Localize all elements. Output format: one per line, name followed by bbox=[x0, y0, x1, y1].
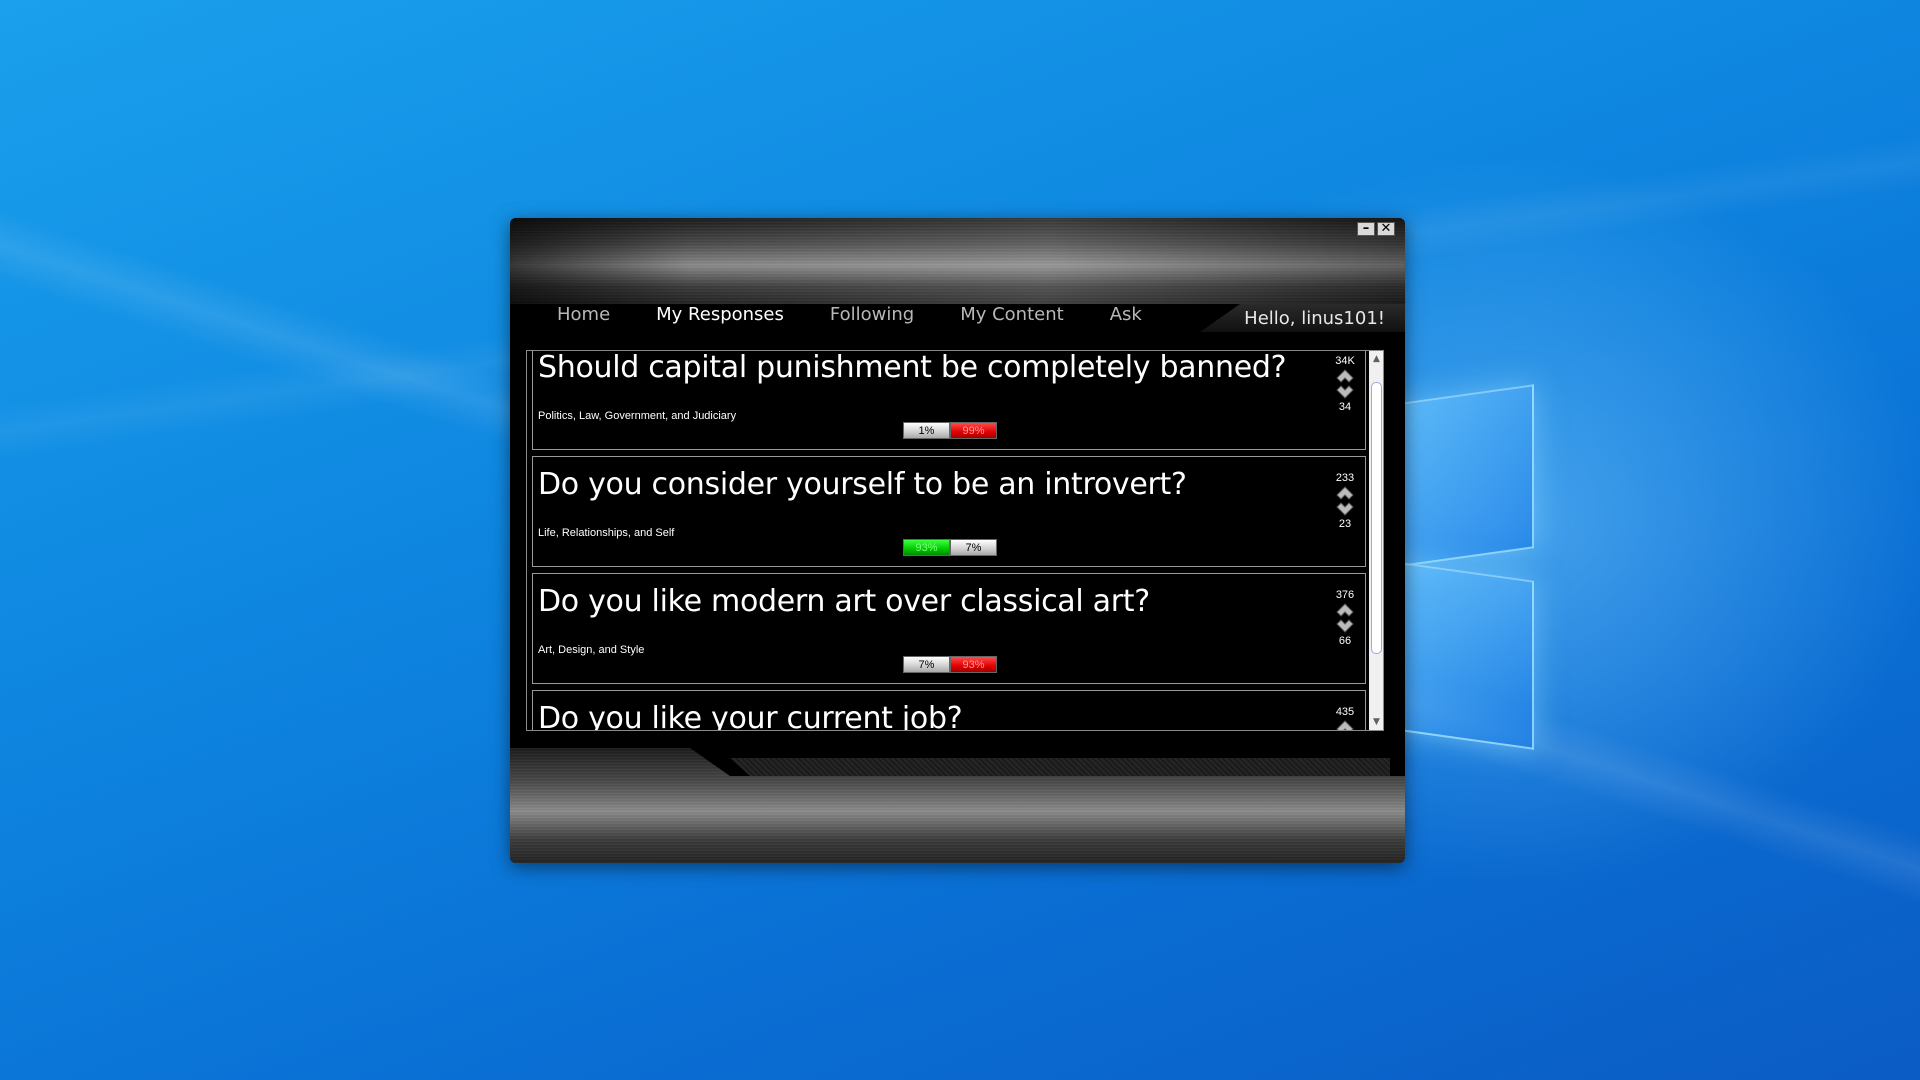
footer-texture-strip bbox=[730, 758, 1390, 776]
question-category[interactable]: Politics, Law, Government, and Judiciary bbox=[538, 410, 736, 422]
question-category[interactable]: Life, Relationships, and Self bbox=[538, 527, 674, 539]
downvote-count: 66 bbox=[1338, 635, 1352, 647]
response-percent-bar: 7% 93% bbox=[903, 656, 997, 673]
response-percent-bar: 93% 7% bbox=[903, 539, 997, 556]
downvote-count: 23 bbox=[1338, 518, 1352, 530]
question-card[interactable]: Do you like modern art over classical ar… bbox=[532, 573, 1366, 684]
upvote-arrow-icon[interactable] bbox=[1336, 369, 1354, 383]
downvote-count: 34 bbox=[1338, 401, 1352, 413]
nav-tabs: Home My Responses Following My Content A… bbox=[510, 300, 1165, 332]
close-button[interactable]: ✕ bbox=[1377, 222, 1395, 236]
question-title[interactable]: Do you like modern art over classical ar… bbox=[538, 584, 1150, 619]
upvote-count: 435 bbox=[1335, 706, 1355, 718]
scroll-down-button[interactable]: ▼ bbox=[1369, 714, 1383, 730]
vote-column: 435 bbox=[1333, 706, 1357, 731]
yes-percent: 7% bbox=[903, 656, 950, 673]
question-title[interactable]: Do you consider yourself to be an introv… bbox=[538, 467, 1187, 502]
vote-column: 233 23 bbox=[1333, 472, 1357, 530]
question-category[interactable]: Art, Design, and Style bbox=[538, 644, 644, 656]
no-percent: 93% bbox=[950, 656, 997, 673]
question-title[interactable]: Should capital punishment be completely … bbox=[538, 351, 1287, 385]
response-percent-bar: 1% 99% bbox=[903, 422, 997, 439]
downvote-arrow-icon[interactable] bbox=[1336, 385, 1354, 399]
upvote-count: 376 bbox=[1335, 589, 1355, 601]
upvote-arrow-icon[interactable] bbox=[1336, 720, 1354, 731]
vote-column: 376 66 bbox=[1333, 589, 1357, 647]
vertical-scrollbar[interactable]: ▲ ▼ bbox=[1369, 351, 1383, 730]
tab-ask[interactable]: Ask bbox=[1087, 300, 1165, 332]
vote-column: 34K 34 bbox=[1333, 355, 1357, 413]
no-percent: 99% bbox=[950, 422, 997, 439]
yes-percent: 93% bbox=[903, 539, 950, 556]
upvote-count: 34K bbox=[1335, 355, 1355, 367]
scrollbar-thumb[interactable] bbox=[1371, 382, 1382, 654]
question-card[interactable]: Should capital punishment be completely … bbox=[532, 351, 1366, 450]
upvote-arrow-icon[interactable] bbox=[1336, 603, 1354, 617]
user-greeting: Hello, linus101! bbox=[1244, 308, 1385, 329]
question-title[interactable]: Do you like your current job? bbox=[538, 701, 963, 730]
upvote-count: 233 bbox=[1335, 472, 1355, 484]
responses-list: Should capital punishment be completely … bbox=[526, 350, 1384, 731]
tab-my-content[interactable]: My Content bbox=[937, 300, 1087, 332]
downvote-arrow-icon[interactable] bbox=[1336, 502, 1354, 516]
yes-percent: 1% bbox=[903, 422, 950, 439]
no-percent: 7% bbox=[950, 539, 997, 556]
tab-home[interactable]: Home bbox=[510, 300, 633, 332]
app-window: – ✕ Home My Responses Following My Conte… bbox=[510, 218, 1405, 863]
question-card[interactable]: Do you consider yourself to be an introv… bbox=[532, 456, 1366, 567]
minimize-button[interactable]: – bbox=[1357, 222, 1375, 236]
question-card[interactable]: Do you like your current job? 435 bbox=[532, 690, 1366, 731]
window-controls: – ✕ bbox=[1357, 222, 1395, 236]
tab-following[interactable]: Following bbox=[807, 300, 937, 332]
downvote-arrow-icon[interactable] bbox=[1336, 619, 1354, 633]
tab-my-responses[interactable]: My Responses bbox=[633, 300, 807, 332]
scroll-up-button[interactable]: ▲ bbox=[1369, 351, 1383, 367]
upvote-arrow-icon[interactable] bbox=[1336, 486, 1354, 500]
header-shine bbox=[510, 218, 1405, 304]
